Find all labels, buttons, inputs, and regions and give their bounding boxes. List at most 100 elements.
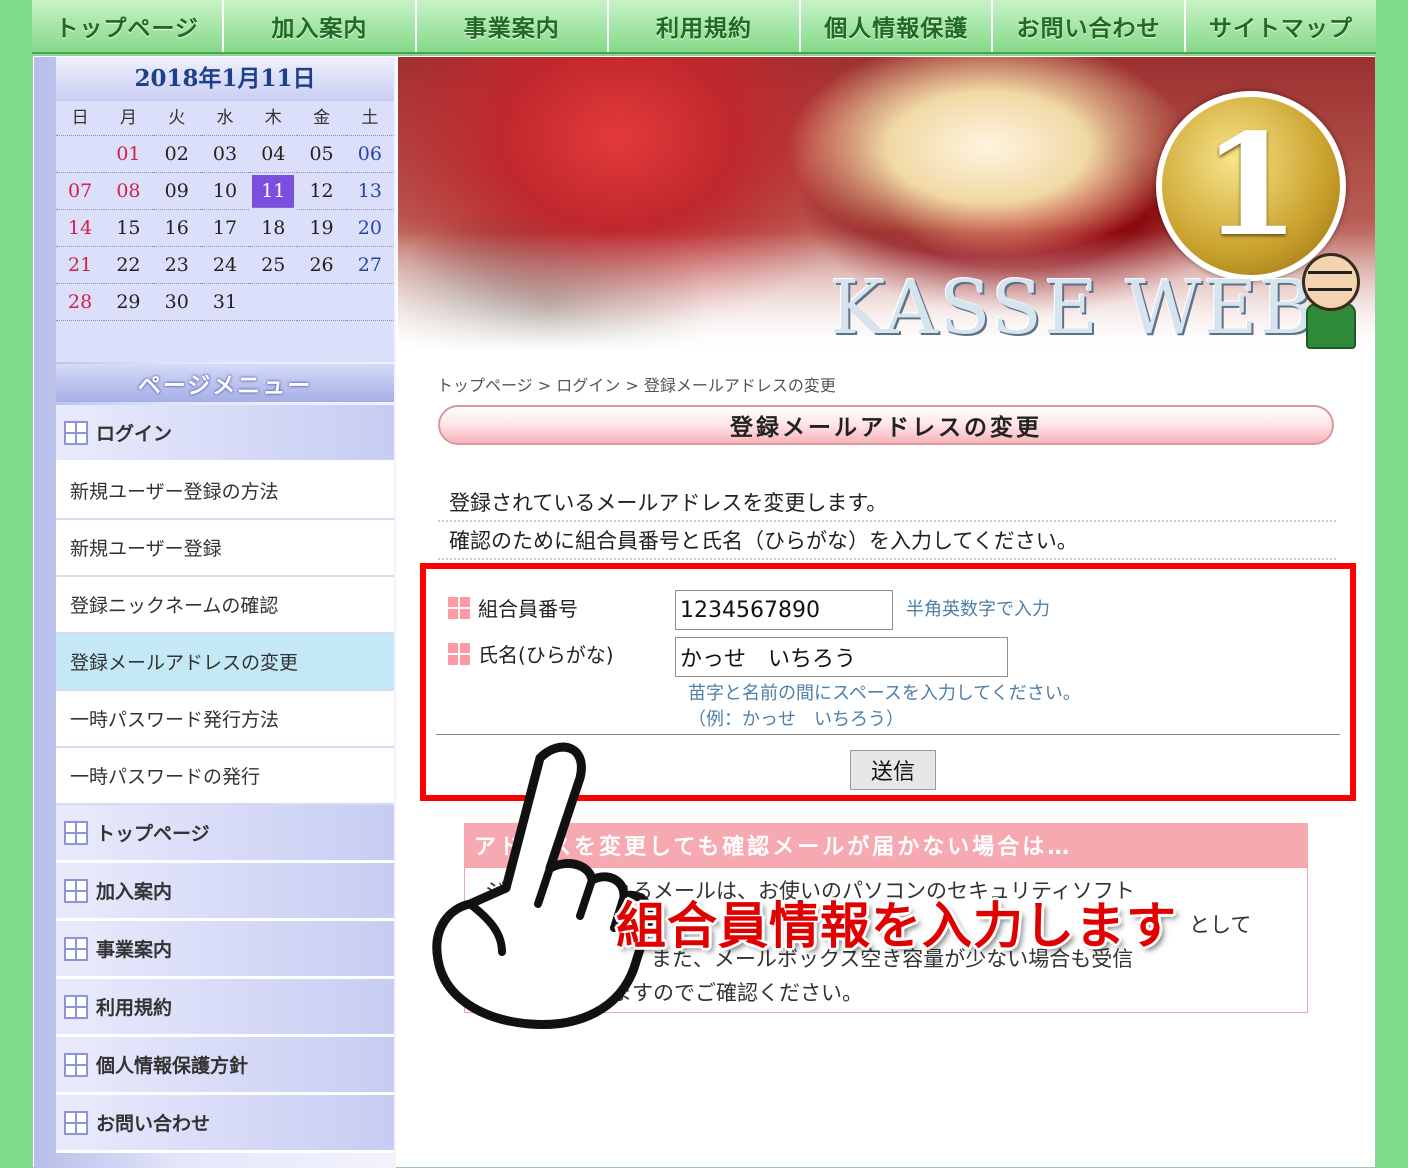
calendar-day[interactable]: 06	[345, 136, 394, 173]
calendar-day[interactable]: 20	[345, 210, 394, 247]
calendar-day[interactable]: 12	[297, 173, 346, 210]
calendar-day[interactable]: 04	[249, 136, 298, 173]
submit-button[interactable]: 送信	[850, 750, 936, 790]
sidebar-item-label: 一時パスワード発行方法	[70, 709, 280, 731]
sidebar-category-item[interactable]: お問い合わせ	[56, 1095, 394, 1153]
calendar-day	[345, 284, 394, 321]
calendar-weekday: 日	[56, 101, 105, 136]
sidebar-item-label: 登録メールアドレスの変更	[70, 652, 299, 674]
sidebar-item-label: 利用規約	[96, 997, 173, 1019]
plus-box-icon	[64, 878, 88, 903]
nav-business[interactable]: 事業案内	[417, 0, 609, 52]
sidebar-sub-item[interactable]: 一時パスワード発行方法	[56, 691, 394, 748]
calendar-day[interactable]: 17	[200, 210, 250, 247]
header-banner: 1 KASSE WEB	[398, 57, 1375, 352]
sidebar-category-item[interactable]: トップページ	[56, 805, 394, 863]
calendar: 2018年1月11日 日月火水木金土 01 02 03 04 05 06 07 08 09 10 11…	[56, 57, 394, 362]
calendar-day[interactable]: 30	[152, 284, 201, 321]
nav-top-page[interactable]: トップページ	[32, 0, 225, 52]
mascot-icon	[1296, 253, 1362, 349]
sidebar-item-label: 一時パスワードの発行	[70, 766, 261, 788]
intro-line-1: 登録されているメールアドレスを変更します。	[438, 484, 1336, 522]
calendar-day[interactable]: 08	[104, 173, 153, 210]
calendar-day[interactable]: 31	[200, 284, 250, 321]
sidebar-category-item[interactable]: 利用規約	[56, 979, 394, 1037]
calendar-today[interactable]: 11	[252, 175, 295, 208]
calendar-day[interactable]: 14	[56, 210, 105, 247]
plus-box-icon	[64, 420, 88, 445]
mascot-glasses	[1308, 271, 1352, 291]
sidebar-item-label: 加入案内	[96, 881, 173, 903]
pointing-hand-icon	[432, 742, 654, 1029]
nav-terms[interactable]: 利用規約	[609, 0, 802, 52]
name-label-text: 氏名(ひらがな)	[478, 643, 614, 667]
name-hint-line-2: （例：かっせ いちろう）	[688, 709, 904, 730]
sidebar: 2018年1月11日 日月火水木金土 01 02 03 04 05 06 07 08 09 10 11…	[34, 57, 396, 1168]
calendar-day[interactable]: 29	[104, 284, 153, 321]
member-number-label: 組合員番号	[448, 593, 578, 622]
sidebar-item-label: 個人情報保護方針	[96, 1055, 249, 1077]
calendar-day[interactable]: 05	[297, 136, 346, 173]
calendar-day[interactable]: 22	[104, 247, 153, 284]
calendar-day[interactable]: 19	[297, 210, 346, 247]
sidebar-category-item[interactable]: ログイン	[56, 405, 394, 463]
sidebar-category-item[interactable]: 加入案内	[56, 863, 394, 921]
calendar-day[interactable]: 16	[152, 210, 201, 247]
calendar-day[interactable]: 25	[249, 247, 298, 284]
calendar-day[interactable]: 24	[200, 247, 250, 284]
calendar-weekday: 月	[104, 101, 153, 136]
calendar-weekday: 火	[152, 101, 201, 136]
annotation-caption: 組合員情報を入力します	[616, 897, 1177, 955]
calendar-day[interactable]: 23	[152, 247, 201, 284]
plus-box-icon	[64, 994, 88, 1019]
calendar-day[interactable]: 28	[56, 284, 105, 321]
calendar-title: 2018年1月11日	[56, 57, 394, 101]
calendar-day[interactable]: 03	[200, 136, 250, 173]
nav-sitemap[interactable]: サイトマップ	[1186, 0, 1376, 52]
calendar-day[interactable]: 18	[249, 210, 298, 247]
sidebar-sub-item[interactable]: 新規ユーザー登録の方法	[56, 463, 394, 520]
plus-box-icon	[64, 1110, 88, 1135]
member-number-input[interactable]	[675, 590, 893, 630]
page-menu: ログイン新規ユーザー登録の方法新規ユーザー登録登録ニックネームの確認登録メールア…	[56, 405, 394, 1153]
sidebar-item-label: ログイン	[96, 423, 173, 445]
sidebar-sub-item[interactable]: 新規ユーザー登録	[56, 520, 394, 577]
member-number-hint: 半角英数字で入力	[906, 599, 1050, 620]
plus-box-icon	[64, 1052, 88, 1077]
sidebar-item-label: 事業案内	[96, 939, 173, 961]
breadcrumb-login[interactable]: ログイン	[556, 376, 620, 395]
calendar-day[interactable]: 09	[152, 173, 201, 210]
calendar-day[interactable]: 07	[56, 173, 105, 210]
page-title: 登録メールアドレスの変更	[438, 405, 1334, 445]
sidebar-category-item[interactable]: 事業案内	[56, 921, 394, 979]
sidebar-item-label: トップページ	[96, 823, 210, 845]
sidebar-sub-item[interactable]: 登録ニックネームの確認	[56, 577, 394, 634]
calendar-day	[297, 284, 346, 321]
name-hiragana-input[interactable]	[675, 637, 1008, 677]
sidebar-sub-item[interactable]: 登録メールアドレスの変更	[56, 634, 394, 691]
sidebar-category-item[interactable]: 個人情報保護方針	[56, 1037, 394, 1095]
calendar-day[interactable]: 10	[200, 173, 250, 210]
name-hint-line-1: 苗字と名前の間にスペースを入力してください。	[688, 683, 1081, 704]
calendar-grid: 日月火水木金土 01 02 03 04 05 06 07 08 09 10 11 12 13 14 15 16 1…	[56, 101, 394, 321]
breadcrumb-separator: >	[620, 376, 644, 395]
breadcrumb-top[interactable]: トップページ	[437, 376, 533, 395]
sidebar-sub-item[interactable]: 一時パスワードの発行	[56, 748, 394, 805]
calendar-day[interactable]: 01	[104, 136, 153, 173]
calendar-day[interactable]: 15	[104, 210, 153, 247]
calendar-day[interactable]: 27	[345, 247, 394, 284]
calendar-day	[249, 284, 298, 321]
calendar-day[interactable]: 21	[56, 247, 105, 284]
plus-box-icon	[64, 820, 88, 845]
nav-privacy[interactable]: 個人情報保護	[801, 0, 994, 52]
page-menu-header: ページメニュー	[56, 364, 394, 402]
calendar-day[interactable]: 02	[152, 136, 201, 173]
name-label: 氏名(ひらがな)	[448, 639, 614, 668]
calendar-day[interactable]: 26	[297, 247, 346, 284]
nav-contact[interactable]: お問い合わせ	[993, 0, 1186, 52]
calendar-day[interactable]: 13	[345, 173, 394, 210]
sidebar-item-label: 新規ユーザー登録	[70, 538, 222, 560]
calendar-weekday: 水	[200, 101, 250, 136]
nav-membership[interactable]: 加入案内	[224, 0, 417, 52]
brand-logo: KASSE WEB	[830, 265, 1316, 351]
